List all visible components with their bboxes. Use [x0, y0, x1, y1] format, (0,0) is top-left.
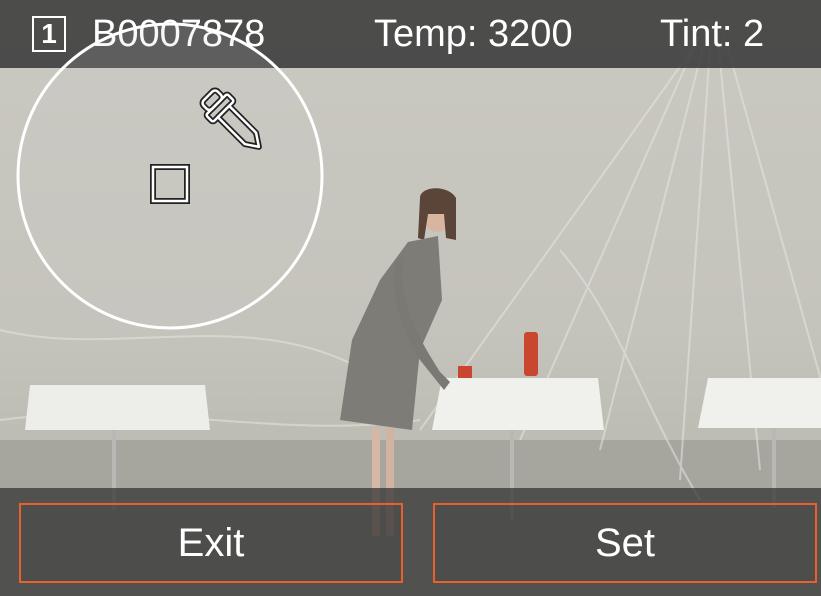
info-header: 1 B0007878 Temp: 3200 Tint: 2: [0, 0, 821, 68]
set-button[interactable]: Set: [433, 503, 817, 583]
temperature-readout: Temp: 3200: [374, 13, 573, 55]
exit-button[interactable]: Exit: [19, 503, 403, 583]
file-name: B0007878: [92, 13, 266, 55]
frame-number-badge: 1: [32, 16, 66, 52]
tint-readout: Tint: 2: [660, 13, 765, 55]
